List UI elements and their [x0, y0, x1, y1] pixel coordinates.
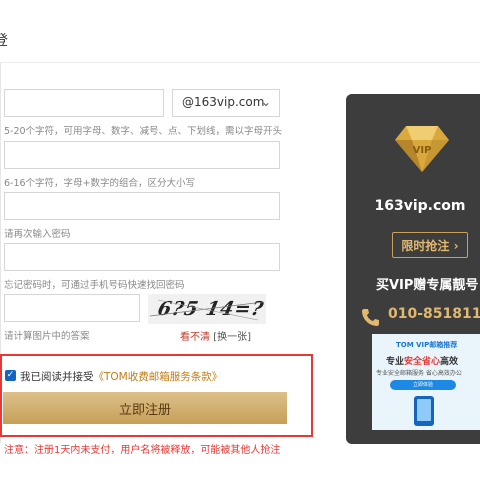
captcha-input[interactable] — [4, 294, 140, 322]
top-bar — [0, 0, 480, 63]
username-input[interactable] — [4, 89, 164, 117]
refresh-label: 看不清 — [180, 332, 210, 343]
banner-headline: 专业安全省心高效 — [386, 354, 458, 367]
banner-headline-highlight: 安全省心 — [404, 357, 441, 367]
banner-button[interactable]: 立即体验 — [390, 380, 456, 390]
agreement-label: 我已阅读并接受《TOM收费邮箱服务条款》 — [20, 369, 222, 384]
limited-time-button[interactable]: 限时抢注 › — [392, 232, 468, 258]
email-domain-value: @163vip.com — [182, 95, 265, 109]
agreement-text: 我已阅读并接受 — [20, 371, 94, 383]
banner-headline-1: 专业 — [386, 357, 405, 367]
phone-hint: 忘记密码时，可通过手机号码快速找回密码 — [4, 280, 185, 291]
register-button[interactable]: 立即注册 — [3, 392, 287, 424]
phone-input[interactable] — [4, 243, 280, 271]
phone-icon — [362, 309, 379, 326]
captcha-hint: 请计算图片中的答案 — [4, 331, 90, 342]
captcha-refresh[interactable]: 看不清 [换一张] — [180, 328, 251, 343]
page-title: 登 — [0, 33, 8, 49]
username-hint: 5-20个字符，可用字母、数字、减号、点、下划线，需以字母开头 — [4, 126, 283, 137]
refresh-link[interactable]: 换一张 — [217, 332, 247, 343]
banner-title: TOM VIP邮箱推荐 — [396, 341, 458, 349]
password-input[interactable] — [4, 141, 280, 169]
captcha-image[interactable]: 6?5 14=? — [148, 294, 266, 324]
confirm-password-input[interactable] — [4, 192, 280, 220]
captcha-noise-lines — [149, 299, 264, 321]
promo-headline: 买VIP赠专属靓号 — [376, 278, 479, 293]
vip-diamond-icon: VIP — [395, 126, 449, 172]
promo-phone-number: 010-851811 — [388, 306, 480, 322]
terms-link[interactable]: 《TOM收费邮箱服务条款》 — [94, 371, 223, 383]
svg-text:VIP: VIP — [413, 145, 432, 156]
chevron-down-icon: ⌄ — [260, 95, 271, 109]
agreement-checkbox[interactable]: ✓ — [5, 370, 16, 381]
banner-subtitle: 专业安全邮箱服务 省心高效办公 — [376, 370, 462, 377]
confirm-password-hint: 请再次输入密码 — [4, 229, 71, 240]
email-domain-select[interactable]: @163vip.com ⌄ — [172, 89, 280, 117]
registration-notice: 注意：注册1天内未支付，用户名将被释放，可能被其他人抢注 — [4, 445, 281, 456]
promo-domain: 163vip.com — [374, 198, 466, 214]
limited-time-label: 限时抢注 — [401, 238, 450, 253]
banner-headline-2: 高效 — [440, 357, 459, 367]
password-hint: 6-16个字符，字母+数字的组合，区分大小写 — [4, 178, 196, 189]
banner-phone-illustration — [414, 396, 434, 426]
vip-promo-panel: VIP 163vip.com 限时抢注 › 买VIP赠专属靓号 010-8518… — [346, 94, 480, 444]
promo-banner[interactable]: TOM VIP邮箱推荐 专业安全省心高效 专业安全邮箱服务 省心高效办公 立即体… — [372, 334, 480, 430]
